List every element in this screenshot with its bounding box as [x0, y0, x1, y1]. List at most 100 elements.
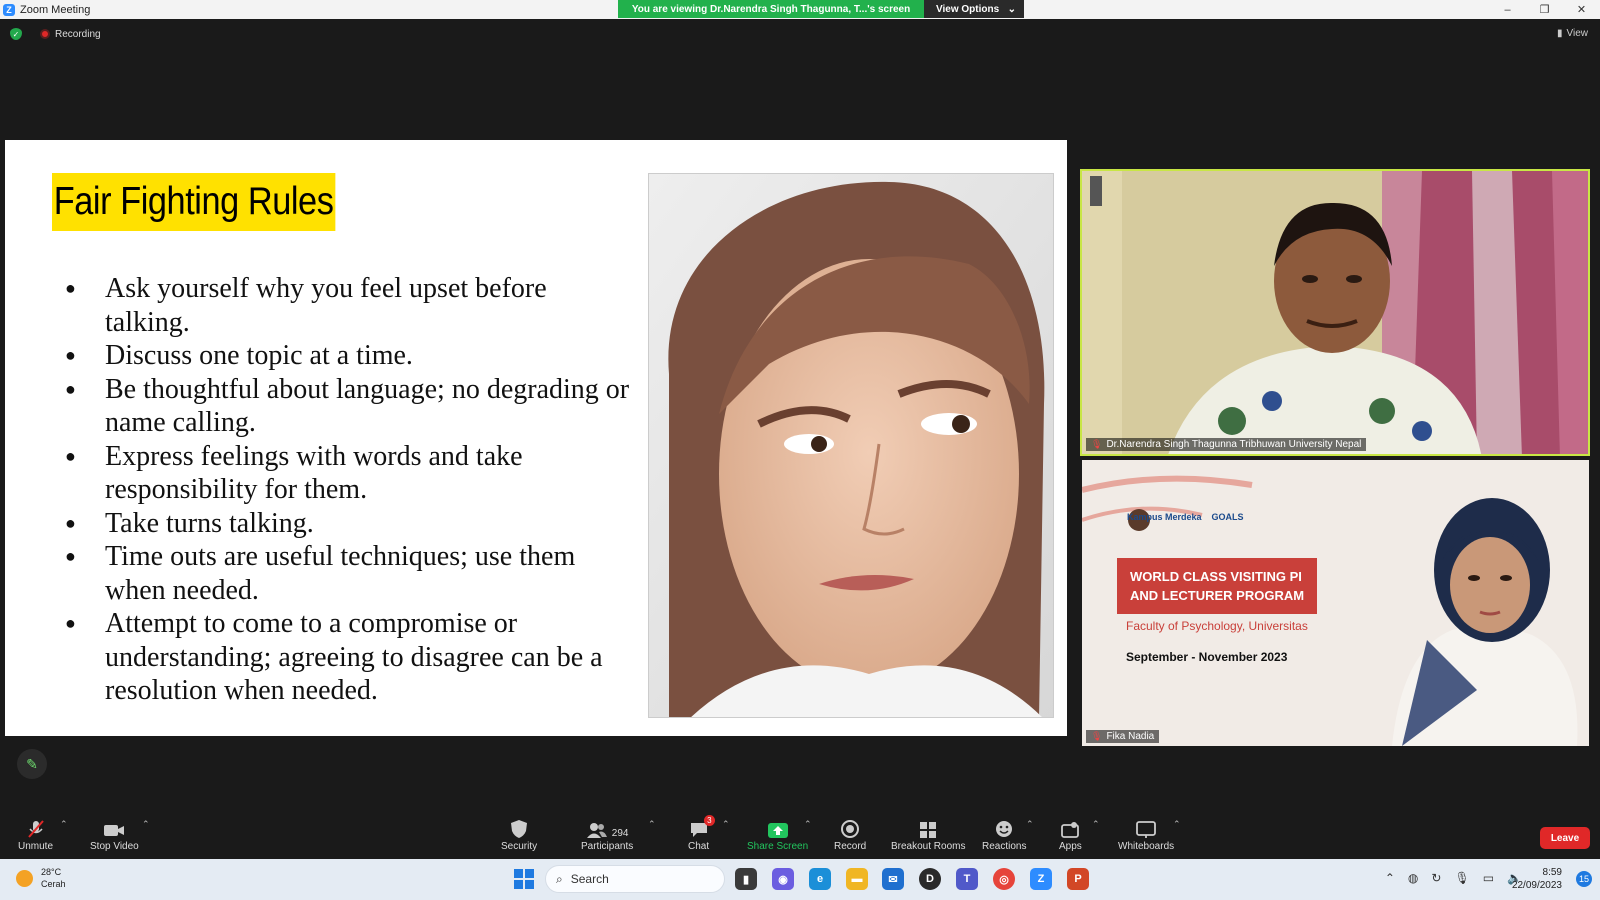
show-hidden-icons-chevron-icon[interactable]: ⌃ — [1385, 871, 1395, 885]
participants-label: Participants — [581, 841, 634, 852]
windows-taskbar: 28°C Cerah ⌕ Search ▮ ◉ e ▬ ✉ D T ◎ Z P … — [0, 859, 1600, 900]
breakout-rooms-button[interactable]: Breakout Rooms — [891, 817, 965, 852]
restore-button[interactable]: ❐ — [1526, 0, 1563, 19]
poster-faculty: Faculty of Psychology, Universitas — [1126, 619, 1308, 633]
network-icon[interactable]: ▭ — [1483, 871, 1494, 885]
whiteboards-options-chevron-icon[interactable]: ⌃ — [1173, 819, 1181, 830]
mail-icon[interactable]: ✉ — [882, 868, 904, 890]
clock-date: 22/09/2023 — [1511, 880, 1562, 891]
participants-count: 294 — [611, 828, 629, 839]
slide-title: Fair Fighting Rules — [52, 173, 336, 231]
microphone-icon[interactable]: 🎙 — [1454, 871, 1469, 885]
system-tray: ⌃ ◍ ↻ 🎙 ▭ 🔈 — [1385, 871, 1522, 885]
chevron-down-icon: ⌄ — [1007, 3, 1016, 15]
poster-dates: September - November 2023 — [1126, 650, 1288, 664]
participant-name-tag: 🎙 Dr.Narendra Singh Thagunna Tribhuwan U… — [1086, 438, 1367, 451]
audio-options-chevron-icon[interactable]: ⌃ — [60, 819, 68, 830]
task-view-icon[interactable]: ▮ — [735, 868, 757, 890]
slide-portrait-photo — [648, 173, 1054, 718]
chat-options-chevron-icon[interactable]: ⌃ — [722, 819, 730, 830]
slide-bullet: Time outs are useful techniques; use the… — [65, 540, 635, 607]
window-controls: – ❐ ✕ — [1489, 0, 1600, 19]
powerpoint-icon[interactable]: P — [1067, 868, 1089, 890]
window-title: Zoom Meeting — [20, 3, 91, 16]
stop-video-button[interactable]: Stop Video — [90, 817, 139, 852]
microsoft-teams-icon[interactable]: T — [956, 868, 978, 890]
teams-chat-icon[interactable]: ◉ — [772, 868, 794, 890]
whiteboard-icon — [1136, 817, 1156, 839]
share-options-chevron-icon[interactable]: ⌃ — [804, 819, 812, 830]
zoom-logo-icon: Z — [3, 3, 15, 16]
participant-name: Fika Nadia — [1106, 731, 1155, 742]
file-explorer-icon[interactable]: ▬ — [846, 868, 868, 890]
apps-options-chevron-icon[interactable]: ⌃ — [1092, 819, 1100, 830]
participant-name: Dr.Narendra Singh Thagunna Tribhuwan Uni… — [1106, 439, 1362, 450]
reactions-button[interactable]: Reactions — [982, 817, 1026, 852]
slide-bullet: Attempt to come to a compromise or under… — [65, 607, 635, 708]
record-button[interactable]: Record — [834, 817, 866, 852]
search-icon: ⌕ — [556, 871, 563, 886]
reactions-smiley-icon — [994, 817, 1014, 839]
security-button[interactable]: Security — [501, 817, 537, 852]
whiteboards-label: Whiteboards — [1118, 841, 1175, 852]
poster-banner: WORLD CLASS VISITING PI AND LECTURER PRO… — [1117, 558, 1317, 614]
chat-bubble-icon: 3 — [689, 815, 715, 839]
participants-icon: 294 — [586, 817, 629, 839]
minimize-button[interactable]: – — [1489, 0, 1526, 19]
participant-video[interactable]: Kampus Merdeka GOALS WORLD CLASS VISITIN… — [1082, 460, 1589, 746]
security-shield-icon — [510, 817, 528, 839]
view-label: View — [1566, 28, 1589, 39]
share-screen-button[interactable]: Share Screen — [747, 817, 808, 852]
zoom-app-icon[interactable]: Z — [1030, 868, 1052, 890]
chrome-browser-icon[interactable]: ◎ — [993, 868, 1015, 890]
chat-label: Chat — [688, 841, 710, 852]
participants-options-chevron-icon[interactable]: ⌃ — [648, 819, 656, 830]
recording-icon — [40, 29, 50, 39]
apps-button[interactable]: Apps — [1059, 817, 1082, 852]
edge-browser-icon[interactable]: e — [809, 868, 831, 890]
slide-bullet: Discuss one topic at a time. — [65, 339, 635, 373]
participant-video-frame — [1082, 171, 1588, 454]
dell-icon[interactable]: D — [919, 868, 941, 890]
leave-button[interactable]: Leave — [1540, 827, 1590, 849]
recording-label[interactable]: Recording — [55, 29, 101, 40]
slide-bullet: Take turns talking. — [65, 507, 635, 541]
taskbar-search[interactable]: ⌕ Search — [545, 865, 725, 893]
participants-button[interactable]: 294 Participants — [581, 817, 633, 852]
close-button[interactable]: ✕ — [1563, 0, 1600, 19]
reactions-options-chevron-icon[interactable]: ⌃ — [1026, 819, 1034, 830]
sdg-goals-logo: GOALS — [1211, 512, 1244, 522]
view-button[interactable]: ▮ View — [1557, 28, 1588, 39]
security-label: Security — [501, 841, 538, 852]
sync-icon[interactable]: ↻ — [1431, 871, 1441, 885]
annotate-pencil-icon[interactable]: ✎ — [17, 749, 47, 779]
taskbar-clock[interactable]: 8:59 22/09/2023 — [1512, 866, 1562, 892]
view-options-button[interactable]: View Options ⌄ — [924, 0, 1024, 18]
video-options-chevron-icon[interactable]: ⌃ — [142, 819, 150, 830]
screen-share-banner: You are viewing Dr.Narendra Singh Thagun… — [618, 0, 1024, 18]
shared-screen-slide: Fair Fighting Rules Ask yourself why you… — [5, 140, 1067, 736]
participant-video-active-speaker[interactable]: 🎙 Dr.Narendra Singh Thagunna Tribhuwan U… — [1080, 169, 1590, 456]
notification-badge[interactable]: 15 — [1576, 871, 1592, 887]
view-options-label: View Options — [936, 3, 1000, 15]
meeting-area: ✓ Recording ▮ View Fair Fighting Rules A… — [0, 19, 1600, 859]
kampus-merdeka-logo: Kampus Merdeka — [1127, 512, 1202, 522]
chat-button[interactable]: 3 Chat — [688, 815, 715, 852]
microphone-muted-icon — [26, 817, 46, 839]
weather-widget[interactable]: 28°C Cerah — [16, 866, 66, 890]
whiteboards-button[interactable]: Whiteboards — [1118, 817, 1174, 852]
share-screen-icon — [767, 817, 789, 839]
search-placeholder: Search — [570, 872, 609, 886]
poster-logos: Kampus Merdeka GOALS — [1127, 512, 1244, 522]
unmute-button[interactable]: Unmute — [18, 817, 53, 852]
mic-muted-icon: 🎙 — [1091, 439, 1103, 449]
apps-label: Apps — [1059, 841, 1082, 852]
stop-video-label: Stop Video — [90, 841, 139, 852]
weather-text: 28°C Cerah — [41, 866, 66, 890]
reactions-label: Reactions — [982, 841, 1027, 852]
antivirus-icon[interactable]: ◍ — [1408, 871, 1418, 885]
share-banner-text: You are viewing Dr.Narendra Singh Thagun… — [618, 0, 924, 18]
participant-name-tag: 🎙 Fika Nadia — [1086, 730, 1160, 743]
windows-start-icon[interactable] — [514, 869, 534, 889]
encryption-shield-icon[interactable]: ✓ — [10, 28, 22, 40]
